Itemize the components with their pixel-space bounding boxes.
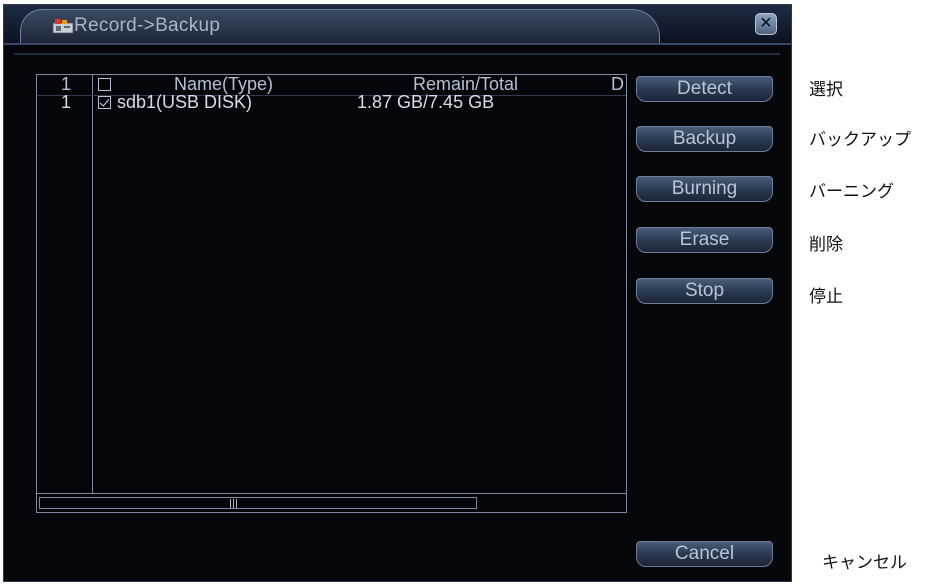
horizontal-scrollbar[interactable]	[37, 493, 626, 512]
device-table: 1 Name(Type) Remain/Total D 1 sdb1(USB D…	[36, 74, 627, 513]
grip-icon	[230, 499, 239, 508]
row-name: sdb1(USB DISK)	[117, 92, 253, 112]
annotation-stop: 停止	[809, 287, 843, 306]
cancel-button[interactable]: Cancel	[636, 541, 773, 567]
row-index: 1	[61, 92, 72, 112]
header-d: D	[611, 74, 624, 94]
select-all-checkbox[interactable]	[98, 78, 111, 91]
detect-button[interactable]: Detect	[636, 76, 773, 102]
column-divider	[92, 75, 93, 493]
close-icon: ✕	[759, 15, 773, 32]
window-title: Record->Backup	[74, 15, 221, 36]
close-button[interactable]: ✕	[755, 13, 777, 35]
erase-button[interactable]: Erase	[636, 227, 773, 253]
backup-button[interactable]: Backup	[636, 126, 773, 152]
stop-button[interactable]: Stop	[636, 278, 773, 304]
backup-dialog: Record->Backup ✕ 1 Name(Type) Remain/Tot…	[3, 4, 792, 582]
annotation-burning: バーニング	[809, 182, 894, 201]
row-remain-total: 1.87 GB/7.45 GB	[357, 92, 495, 112]
record-icon	[52, 19, 74, 34]
burning-button[interactable]: Burning	[636, 176, 773, 202]
annotation-cancel: キャンセル	[822, 553, 907, 572]
annotation-detect: 選択	[809, 80, 843, 99]
annotation-backup: バックアップ	[809, 130, 911, 149]
title-bar: Record->Backup ✕	[4, 5, 791, 43]
annotation-erase: 削除	[809, 235, 843, 254]
content-divider	[14, 53, 780, 55]
title-divider	[4, 43, 791, 45]
row-checkbox[interactable]	[98, 96, 111, 109]
scrollbar-thumb[interactable]	[39, 497, 477, 509]
